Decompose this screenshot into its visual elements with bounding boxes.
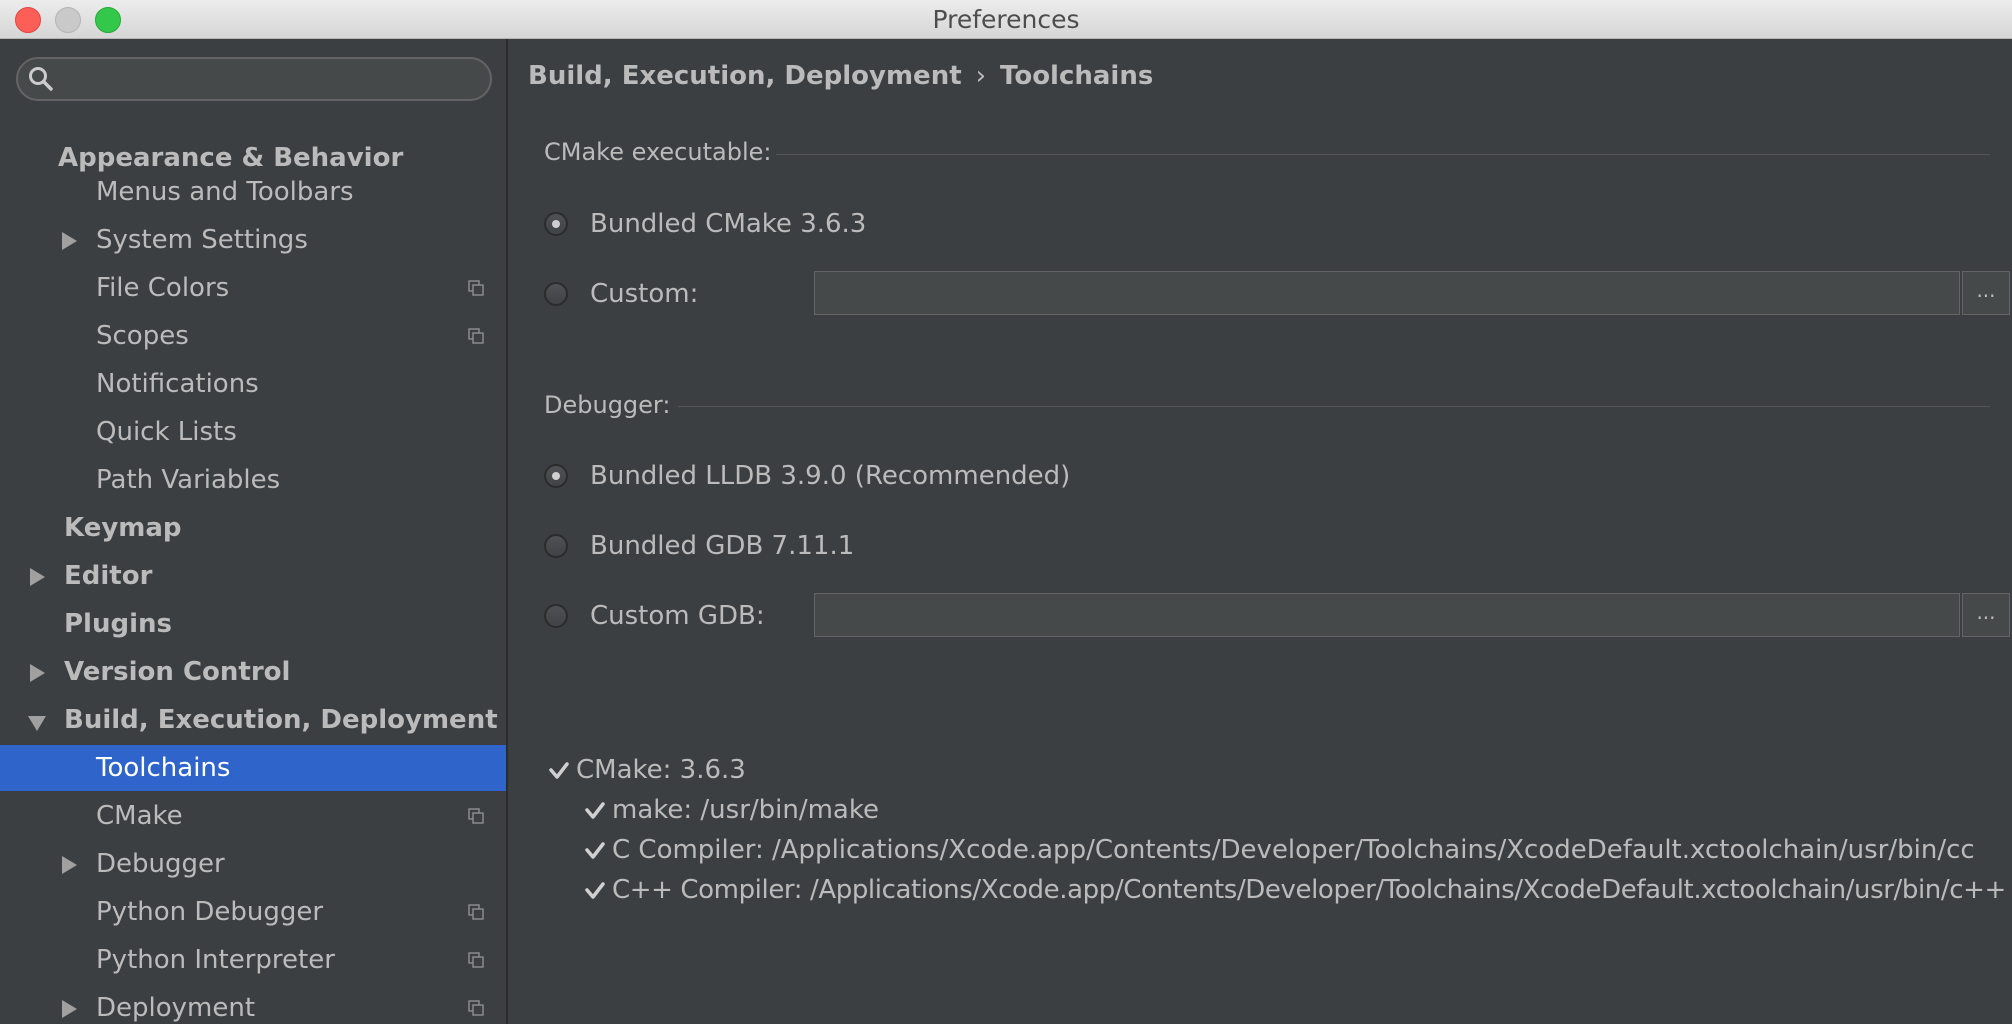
sidebar-item-label: Editor — [64, 561, 153, 591]
custom-gdb-browse-button[interactable]: ... — [1962, 593, 2010, 637]
sidebar-item-label: Path Variables — [96, 465, 281, 495]
check-icon — [585, 801, 605, 819]
settings-search-input[interactable] — [16, 57, 492, 101]
sidebar-item-label: CMake — [96, 801, 183, 831]
project-level-icon — [468, 328, 484, 344]
sidebar-item-toolchains[interactable]: Toolchains — [0, 745, 506, 791]
c-compiler-check-text: C Compiler: /Applications/Xcode.app/Cont… — [612, 835, 1975, 865]
sidebar-item-file-colors[interactable]: File Colors — [0, 265, 506, 311]
sidebar-item-label: Scopes — [96, 321, 189, 351]
search-icon — [29, 67, 53, 91]
make-check-text: make: /usr/bin/make — [612, 795, 879, 825]
expand-arrow-icon[interactable] — [30, 568, 45, 586]
debugger-section-divider — [678, 406, 1990, 407]
project-level-icon — [468, 808, 484, 824]
custom-gdb-path-input[interactable] — [814, 593, 1960, 637]
check-icon — [585, 841, 605, 859]
window-titlebar: Preferences — [0, 0, 2012, 39]
custom-cmake-label: Custom: — [590, 279, 699, 309]
cmake-section-divider — [776, 154, 1990, 155]
sidebar-item-editor[interactable]: Editor — [0, 553, 506, 599]
sidebar-item-label: Notifications — [96, 369, 259, 399]
expand-arrow-icon[interactable] — [62, 1000, 77, 1018]
sidebar-item-plugins[interactable]: Plugins — [0, 601, 506, 647]
sidebar-item-scopes[interactable]: Scopes — [0, 313, 506, 359]
custom-cmake-path-input[interactable] — [814, 271, 1960, 315]
custom-gdb-label: Custom GDB: — [590, 601, 765, 631]
sidebar-item-keymap[interactable]: Keymap — [0, 505, 506, 551]
c-compiler-check-result: C Compiler: /Applications/Xcode.app/Cont… — [584, 832, 1975, 868]
window-title: Preferences — [932, 5, 1080, 34]
sidebar-item-label: Build, Execution, Deployment — [64, 705, 498, 735]
sidebar-item-notifications[interactable]: Notifications — [0, 361, 506, 407]
sidebar-item-quick-lists[interactable]: Quick Lists — [0, 409, 506, 455]
sidebar-item-label: Quick Lists — [96, 417, 237, 447]
custom-cmake-radio[interactable] — [544, 282, 568, 306]
cmake-check-result: CMake: 3.6.3 — [548, 752, 746, 788]
sidebar-item-python-debugger[interactable]: Python Debugger — [0, 889, 506, 935]
sidebar-item-label: Debugger — [96, 849, 225, 879]
sidebar-item-cmake[interactable]: CMake — [0, 793, 506, 839]
collapse-arrow-icon[interactable] — [28, 716, 46, 731]
sidebar-item-label: Menus and Toolbars — [96, 177, 354, 207]
custom-gdb-radio[interactable] — [544, 604, 568, 628]
sidebar-item-debugger[interactable]: Debugger — [0, 841, 506, 887]
breadcrumb-parent[interactable]: Build, Execution, Deployment — [528, 61, 962, 91]
breadcrumb: Build, Execution, Deployment › Toolchains — [528, 61, 1153, 91]
sidebar-item-label: Version Control — [64, 657, 291, 687]
breadcrumb-separator: › — [975, 61, 987, 91]
project-level-icon — [468, 280, 484, 296]
custom-cmake-browse-button[interactable]: ... — [1962, 271, 2010, 315]
sidebar-item-path-variables[interactable]: Path Variables — [0, 457, 506, 503]
settings-content-panel: Build, Execution, Deployment › Toolchains … — [508, 39, 2012, 1024]
project-level-icon — [468, 904, 484, 920]
sidebar-item-version-control[interactable]: Version Control — [0, 649, 506, 695]
check-icon — [549, 761, 569, 779]
project-level-icon — [468, 952, 484, 968]
sidebar-item-label: Python Debugger — [96, 897, 324, 927]
bundled-gdb-label: Bundled GDB 7.11.1 — [590, 531, 855, 561]
expand-arrow-icon[interactable] — [30, 664, 45, 682]
cpp-compiler-check-result: C++ Compiler: /Applications/Xcode.app/Co… — [584, 872, 2006, 908]
bundled-gdb-radio[interactable] — [544, 534, 568, 558]
sidebar-item-system-settings[interactable]: System Settings — [0, 217, 506, 263]
sidebar-item-build-execution-deployment[interactable]: Build, Execution, Deployment — [0, 697, 506, 743]
sidebar-item-label: Toolchains — [96, 753, 231, 783]
bundled-lldb-label: Bundled LLDB 3.9.0 (Recommended) — [590, 461, 1071, 491]
cpp-compiler-check-text: C++ Compiler: /Applications/Xcode.app/Co… — [612, 875, 2006, 905]
settings-sidebar: Appearance & Behavior Menus and Toolbars… — [0, 39, 508, 1024]
sidebar-item-label: System Settings — [96, 225, 308, 255]
sidebar-item-menus-toolbars[interactable]: Menus and Toolbars — [0, 169, 506, 215]
sidebar-item-label: Plugins — [64, 609, 172, 639]
cmake-section-title: CMake executable: — [544, 138, 772, 166]
check-icon — [585, 881, 605, 899]
bundled-cmake-label: Bundled CMake 3.6.3 — [590, 209, 867, 239]
bundled-cmake-radio[interactable] — [544, 212, 568, 236]
sidebar-item-label: File Colors — [96, 273, 230, 303]
bundled-lldb-radio[interactable] — [544, 464, 568, 488]
sidebar-item-deployment[interactable]: Deployment — [0, 985, 506, 1024]
sidebar-item-label: Python Interpreter — [96, 945, 335, 975]
sidebar-item-python-interpreter[interactable]: Python Interpreter — [0, 937, 506, 983]
project-level-icon — [468, 1000, 484, 1016]
make-check-result: make: /usr/bin/make — [584, 792, 879, 828]
cmake-check-text: CMake: 3.6.3 — [576, 755, 746, 785]
sidebar-item-label: Deployment — [96, 993, 256, 1023]
sidebar-item-label: Keymap — [64, 513, 182, 543]
breadcrumb-current: Toolchains — [1000, 61, 1154, 91]
debugger-section-title: Debugger: — [544, 391, 671, 419]
expand-arrow-icon[interactable] — [62, 232, 77, 250]
expand-arrow-icon[interactable] — [62, 856, 77, 874]
